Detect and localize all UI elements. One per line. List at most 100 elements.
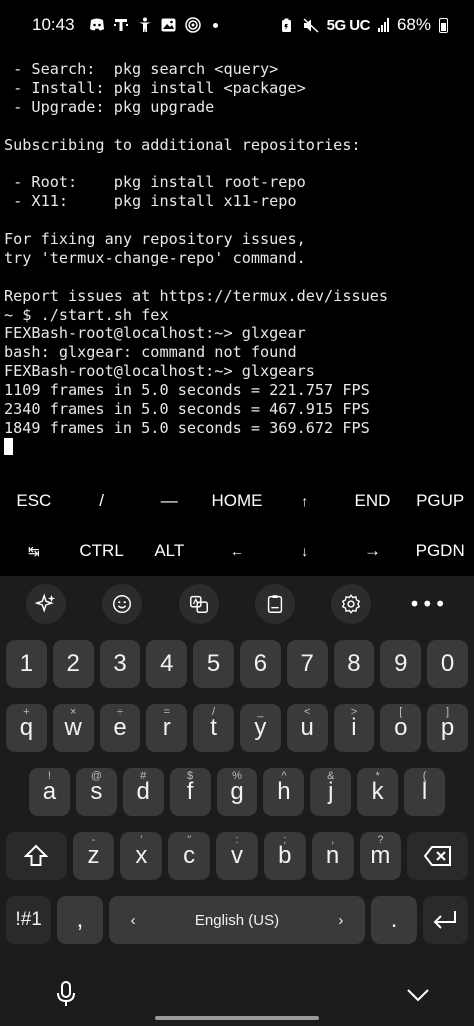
key-6[interactable]: 6 (239, 640, 281, 688)
key-v[interactable]: :v (216, 832, 258, 880)
key-hint: % (232, 770, 242, 782)
translate-icon[interactable] (178, 584, 219, 624)
key-o[interactable]: [o (380, 704, 422, 752)
emoji-icon[interactable] (102, 584, 143, 624)
microphone-icon[interactable] (56, 981, 76, 1011)
key-w[interactable]: × w (52, 704, 94, 752)
terminal-line: Subscribing to additional repositories: (4, 135, 361, 154)
key-hint: ? (377, 834, 384, 846)
key-y[interactable]: _ y (239, 704, 281, 752)
key-z[interactable]: -z (72, 832, 115, 880)
backspace-key[interactable] (407, 832, 468, 880)
settings-icon[interactable] (331, 584, 372, 624)
key-1[interactable]: 1 (6, 640, 47, 688)
terminal-line: For fixing any repository issues, (4, 230, 306, 249)
key-n[interactable]: ,n (311, 832, 354, 880)
terminal-line: FEXBash-root@localhost:~> glxgears (4, 362, 315, 381)
clipboard-icon[interactable] (255, 584, 296, 624)
home-indicator[interactable] (155, 1016, 319, 1020)
key-hint: * (375, 770, 380, 782)
key-2[interactable]: 2 (52, 640, 94, 688)
key-label: j (328, 778, 334, 805)
key-h[interactable]: ^ h (263, 768, 305, 816)
terminal-line: 1109 frames in 5.0 seconds = 221.757 FPS (4, 381, 370, 400)
key-r[interactable]: = r (146, 704, 188, 752)
arrow-right-key[interactable]: → (339, 541, 407, 561)
dash-key[interactable]: — (135, 491, 203, 511)
key-5[interactable]: 5 (193, 640, 234, 688)
key-q[interactable]: + q (6, 704, 47, 752)
battery-saver-icon (279, 17, 295, 33)
alt-key[interactable]: ALT (135, 541, 203, 561)
key-label: m (370, 842, 391, 869)
key-k[interactable]: * k (357, 768, 399, 816)
key-i[interactable]: > i (333, 704, 375, 752)
more-icon[interactable]: ••• (408, 592, 448, 616)
key-p[interactable]: ] p (427, 704, 468, 752)
key-e[interactable]: ÷ e (99, 704, 141, 752)
hide-keyboard-chevron-icon[interactable] (406, 987, 430, 1006)
ctrl-key[interactable]: CTRL (68, 541, 136, 561)
key-hint: = (163, 706, 170, 718)
key-label: x (135, 842, 148, 869)
key-d[interactable]: # d (122, 768, 164, 816)
nav-bar (0, 966, 474, 1026)
end-key[interactable]: END (339, 491, 407, 511)
status-bar: 10:43 5G UC 68% (0, 0, 474, 50)
key-label: z (87, 842, 100, 869)
key-b[interactable]: ; b (263, 832, 306, 880)
terminal-output[interactable]: - Search: pkg search <query> - Install: … (4, 60, 470, 470)
pgdn-key[interactable]: PGDN (406, 541, 474, 561)
key-label: f (186, 778, 194, 805)
home-key[interactable]: HOME (203, 491, 271, 511)
key-t[interactable]: / t (193, 704, 234, 752)
key-8[interactable]: 8 (333, 640, 375, 688)
key-3[interactable]: 3 (99, 640, 141, 688)
key-0[interactable]: 0 (427, 640, 468, 688)
key-g[interactable]: % g (216, 768, 258, 816)
symbols-key[interactable]: !#1 (6, 896, 52, 944)
tab-key[interactable]: ↹ (0, 543, 68, 560)
terminal-line: ~ $ ./start.sh fex (4, 305, 169, 324)
slash-key[interactable]: / (68, 491, 136, 511)
qwerty-row: + q × w ÷ e = r / t _ y < u > i[o] p (0, 704, 474, 752)
space-key[interactable]: ‹ English (US) › (108, 896, 366, 944)
key-c[interactable]: " c (168, 832, 211, 880)
key-j[interactable]: & j (310, 768, 352, 816)
arrow-left-key[interactable]: ← (203, 543, 271, 559)
key-hint: _ (257, 706, 264, 718)
key-hint: × (69, 706, 77, 718)
chevron-right-icon: › (338, 911, 344, 929)
comma-key[interactable]: , (57, 896, 103, 944)
key-s[interactable]: @ s (75, 768, 117, 816)
key-4[interactable]: 4 (146, 640, 188, 688)
esc-key[interactable]: ESC (0, 491, 68, 511)
key-x[interactable]: ' x (120, 832, 163, 880)
shift-key[interactable] (6, 832, 67, 880)
key-hint: > (350, 706, 358, 718)
key-f[interactable]: $ f (169, 768, 211, 816)
key-hint: < (303, 706, 311, 718)
key-hint: ] (446, 706, 450, 718)
key-label: b (278, 842, 292, 869)
ai-sparkle-icon[interactable] (26, 584, 67, 624)
enter-key[interactable] (422, 896, 468, 944)
terminal-line: - Install: pkg install <package> (4, 78, 306, 97)
arrow-down-key[interactable]: ↓ (271, 543, 339, 559)
key-hint: ; (283, 834, 287, 846)
terminal-line: - X11: pkg install x11-repo (4, 192, 297, 211)
period-key[interactable]: . (371, 896, 417, 944)
key-label: a (42, 778, 57, 805)
key-a[interactable]: ! a (29, 768, 70, 816)
key-label: d (136, 778, 150, 805)
pgup-key[interactable]: PGUP (406, 491, 474, 511)
key-7[interactable]: 7 (286, 640, 328, 688)
key-9[interactable]: 9 (380, 640, 422, 688)
arrow-up-key[interactable]: ↑ (271, 493, 339, 509)
key-u[interactable]: < u (286, 704, 328, 752)
asdf-row: ! a @ s # d $ f% g ^ h & j * k(l (0, 768, 474, 816)
key-hint: ^ (281, 770, 287, 782)
key-l[interactable]: (l (404, 768, 446, 816)
key-m[interactable]: ? m (359, 832, 402, 880)
